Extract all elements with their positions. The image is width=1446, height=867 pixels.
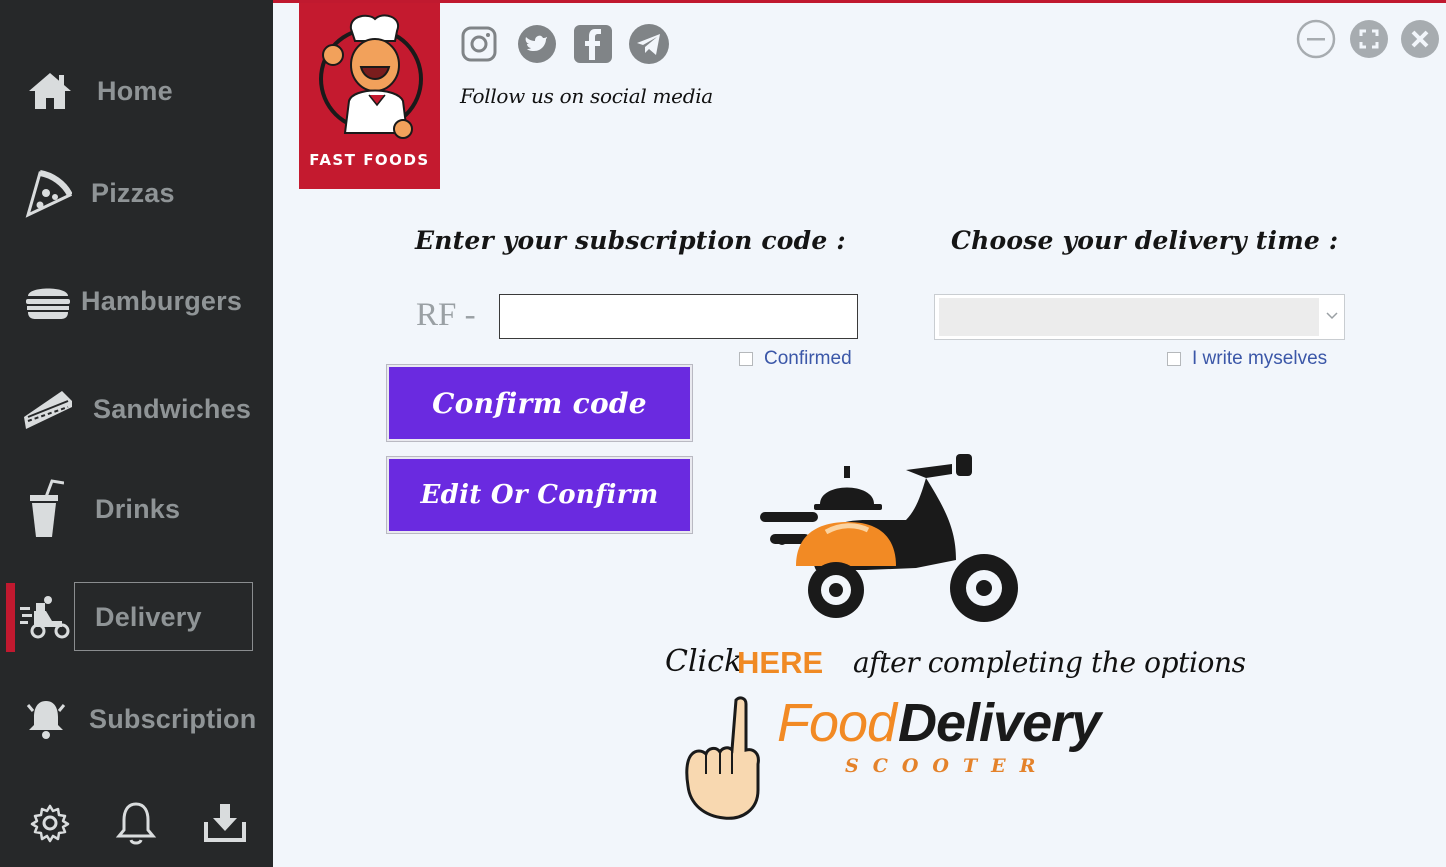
gear-icon[interactable] — [27, 800, 73, 846]
sidebar-item-label: Home — [97, 75, 173, 106]
sidebar-item-label: Drinks — [95, 493, 181, 524]
select-value — [939, 298, 1319, 336]
write-myself-checkbox[interactable]: I write myselves — [1167, 348, 1327, 370]
subscription-code-input[interactable] — [499, 294, 858, 339]
brand-delivery-text: Delivery — [898, 693, 1101, 753]
confirmed-label: Confirmed — [764, 348, 852, 369]
sidebar-item-home[interactable]: Home — [0, 56, 273, 126]
checkbox-square[interactable] — [739, 352, 753, 366]
drink-icon — [18, 479, 70, 537]
hamburger-icon — [22, 275, 74, 327]
rf-prefix: RF - — [416, 297, 476, 333]
pizza-icon — [22, 167, 74, 219]
brand-scooter-text: SCOOTER — [845, 755, 1050, 777]
sandwich-icon — [22, 383, 74, 435]
top-accent-line — [273, 0, 1446, 3]
confirmed-checkbox[interactable]: Confirmed — [739, 348, 852, 370]
minimize-icon[interactable] — [1295, 18, 1337, 60]
bell-ring-icon — [20, 693, 72, 745]
sidebar-item-hamburgers[interactable]: Hamburgers — [0, 266, 273, 336]
checkbox-square[interactable] — [1167, 352, 1181, 366]
sidebar-item-delivery[interactable]: Delivery — [0, 582, 273, 652]
brand-food-text: Food — [777, 693, 897, 753]
sidebar-item-label: Pizzas — [91, 177, 175, 208]
sidebar-item-label: Delivery — [95, 601, 202, 632]
sidebar: Home Pizzas Hamburgers Sandwiches Drinks… — [0, 0, 273, 867]
edit-confirm-button-frame: Edit Or Confirm — [386, 456, 693, 534]
sidebar-item-pizzas[interactable]: Pizzas — [0, 158, 273, 228]
close-icon[interactable] — [1399, 18, 1441, 60]
brand-logo: FAST FOODS — [299, 3, 440, 189]
sidebar-item-subscription[interactable]: Subscription — [0, 684, 273, 754]
home-icon — [24, 65, 76, 117]
twitter-icon[interactable] — [515, 22, 559, 66]
delivery-icon — [18, 591, 70, 643]
write-myself-label: I write myselves — [1192, 348, 1328, 369]
bell-icon[interactable] — [113, 800, 159, 846]
delivery-time-select[interactable] — [934, 294, 1345, 340]
logo-text: FAST FOODS — [309, 151, 430, 169]
pointing-hand-icon — [685, 696, 760, 820]
here-link[interactable]: HERE — [737, 645, 823, 681]
sidebar-item-label: Subscription — [89, 703, 257, 734]
delivery-scooter-illustration — [760, 454, 1018, 622]
subscription-heading: Enter your subscription code : — [415, 226, 846, 255]
edit-or-confirm-button[interactable]: Edit Or Confirm — [389, 459, 690, 531]
chef-mascot-icon — [319, 14, 423, 139]
sidebar-item-label: Sandwiches — [93, 393, 252, 424]
instagram-icon[interactable] — [457, 22, 501, 66]
sidebar-item-label: Hamburgers — [81, 285, 243, 316]
download-icon[interactable] — [202, 800, 248, 846]
chevron-down-icon — [1326, 312, 1338, 320]
sidebar-item-drinks[interactable]: Drinks — [0, 474, 273, 544]
telegram-icon[interactable] — [627, 22, 671, 66]
confirm-code-button[interactable]: Confirm code — [389, 367, 690, 439]
facebook-icon[interactable] — [571, 22, 615, 66]
follow-text: Follow us on social media — [460, 84, 713, 108]
delivery-time-heading: Choose your delivery time : — [951, 226, 1339, 255]
confirm-code-button-frame: Confirm code — [386, 364, 693, 442]
sidebar-item-sandwiches[interactable]: Sandwiches — [0, 374, 273, 444]
after-text: after completing the options — [853, 646, 1246, 679]
click-text: Click — [665, 644, 743, 679]
maximize-icon[interactable] — [1348, 18, 1390, 60]
